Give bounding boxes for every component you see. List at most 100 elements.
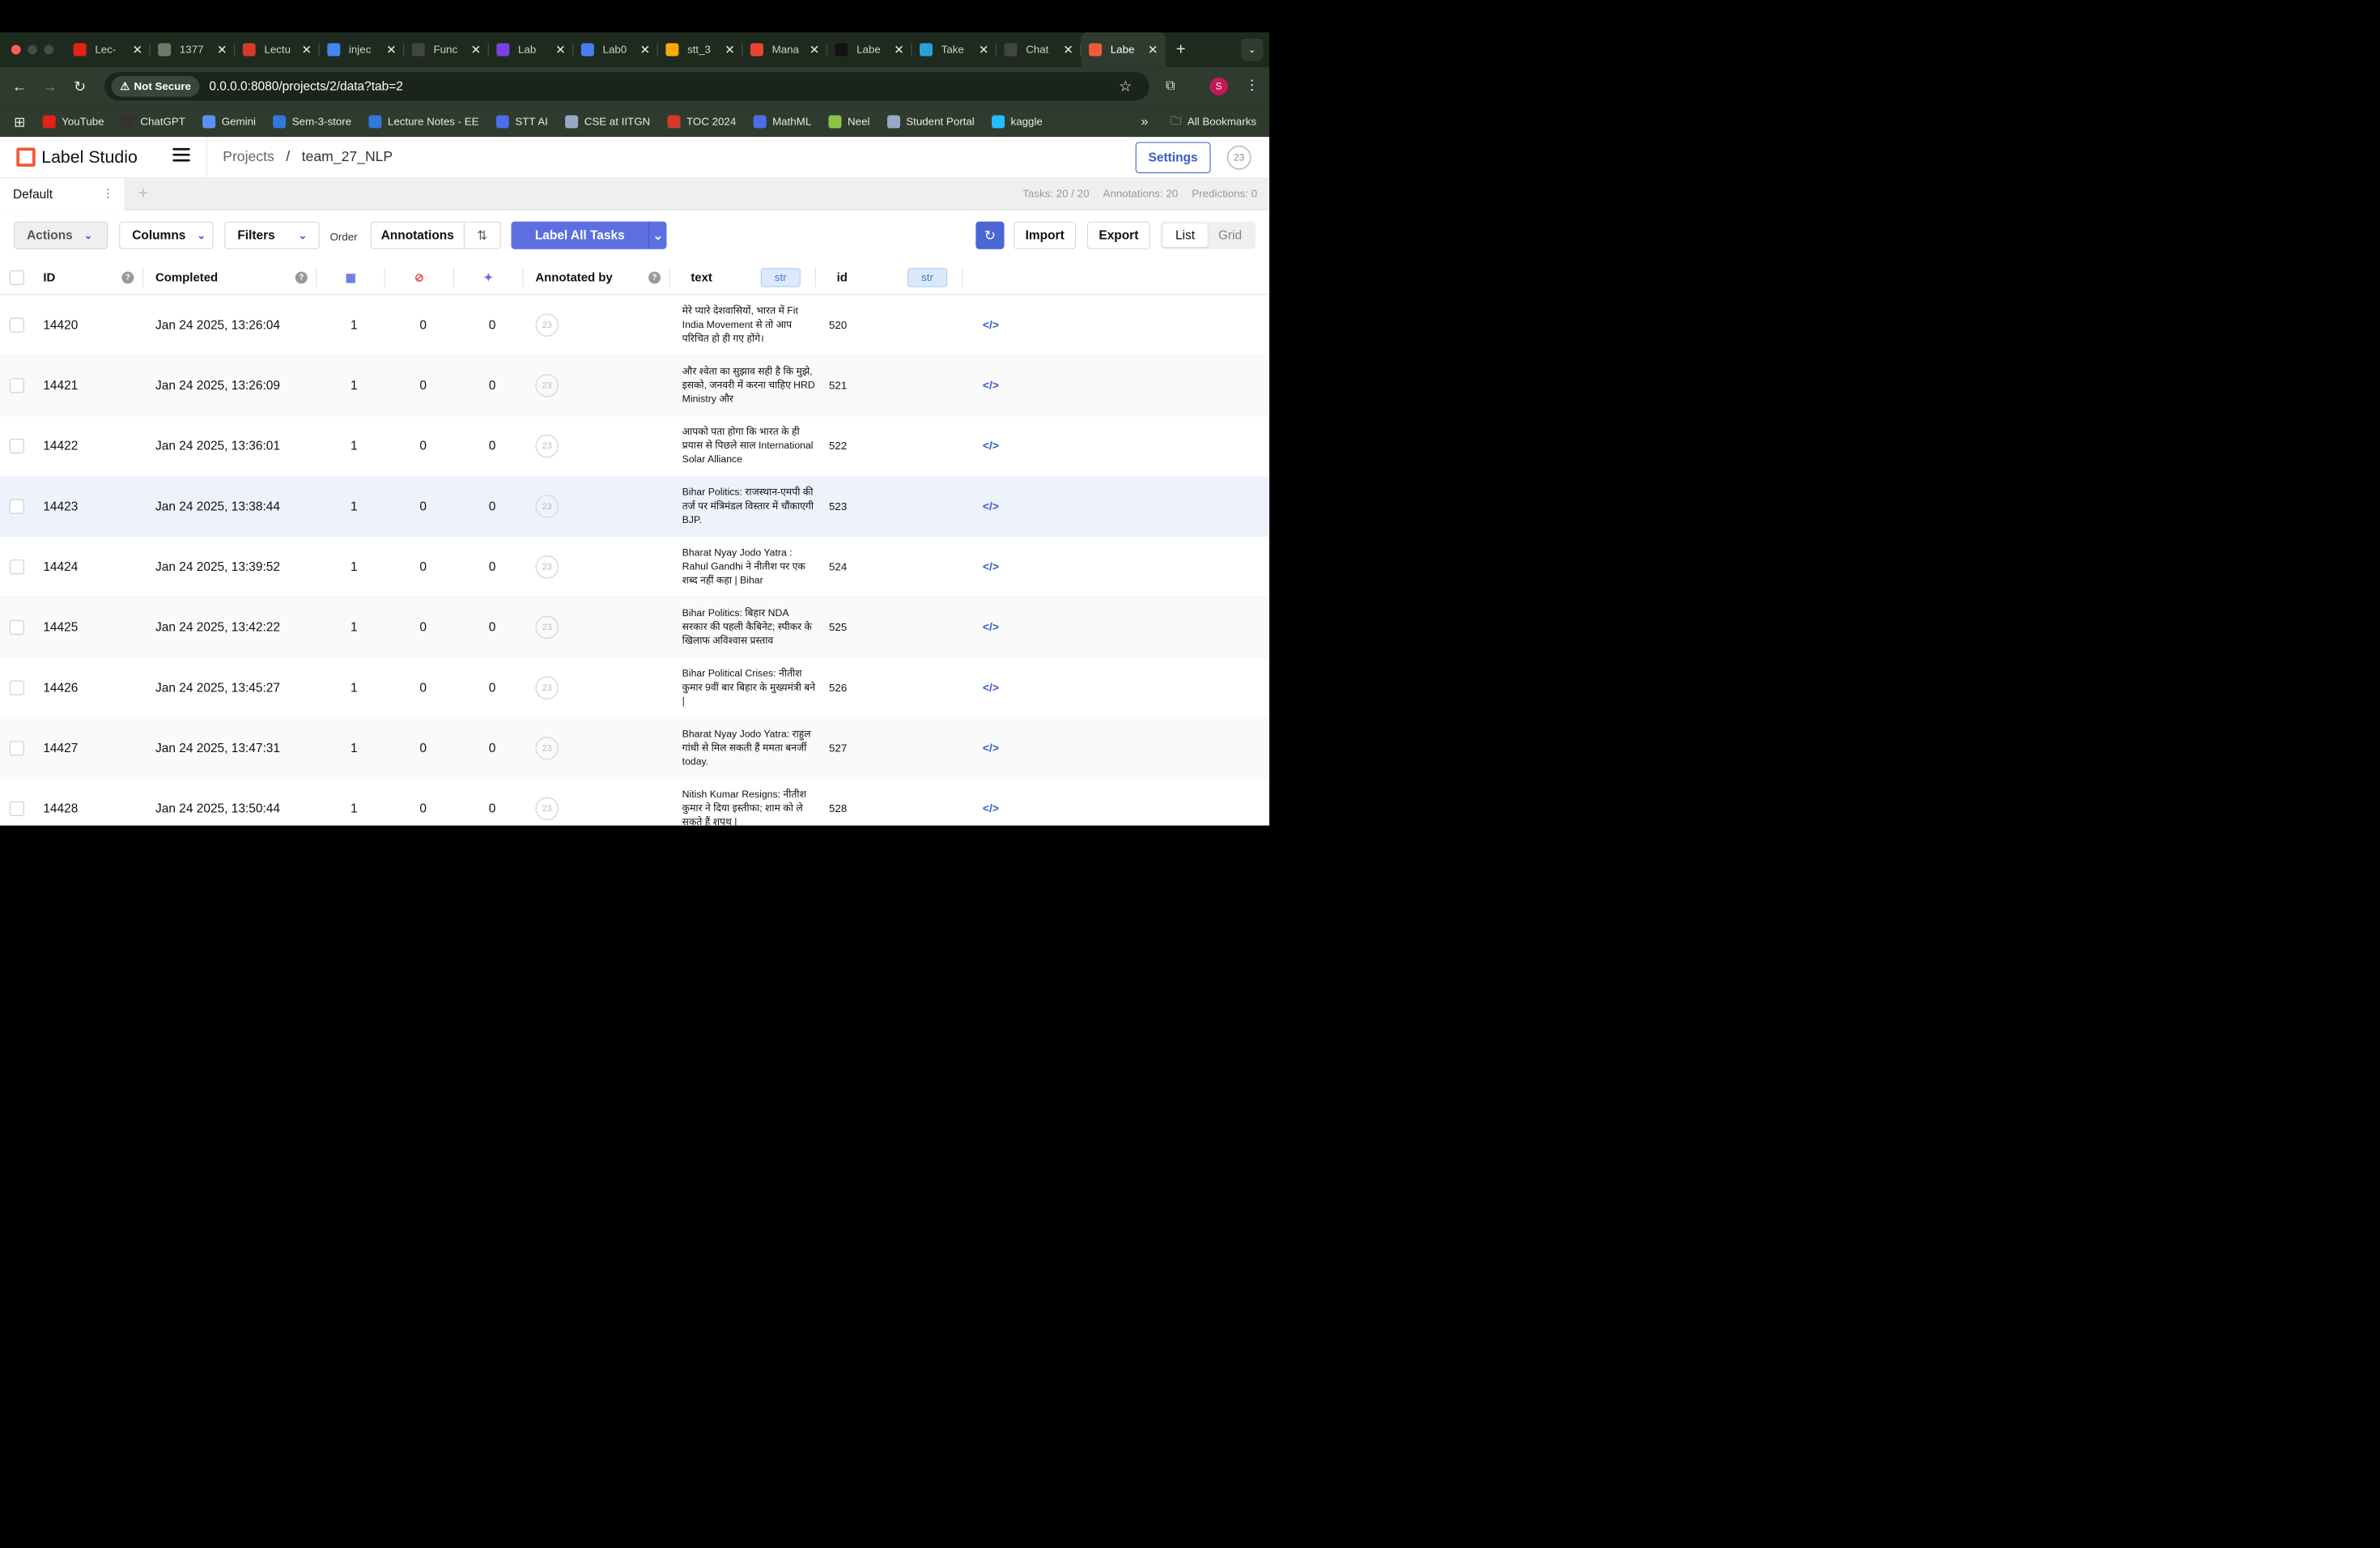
chevron-down-icon[interactable]: ⌄ [648,221,666,249]
close-tab-icon[interactable]: ✕ [555,43,566,57]
select-all-checkbox[interactable] [9,261,24,296]
import-button[interactable]: Import [1014,221,1077,249]
tab-options-icon[interactable]: ⋮ [102,186,114,201]
browser-tab[interactable]: 1377 ✕ [151,32,236,67]
code-view-icon[interactable]: </> [983,742,999,755]
row-checkbox[interactable] [9,476,24,537]
table-row[interactable]: 14424 Jan 24 2025, 13:39:52 1 0 0 23 Bharat Ny… [0,537,1269,598]
total-annotations-icon[interactable]: ▦ [346,261,356,296]
browser-tab[interactable]: Take ✕ [912,32,997,67]
column-text[interactable]: text [691,261,712,296]
bookmark-star-icon[interactable]: ☆ [1119,78,1132,95]
column-completed[interactable]: Completed [155,261,218,296]
table-row[interactable]: 14421 Jan 24 2025, 13:26:09 1 0 0 23 और श्वेता… [0,355,1269,416]
more-bookmarks-icon[interactable]: » [1141,114,1148,129]
close-tab-icon[interactable]: ✕ [810,43,820,57]
table-row[interactable]: 14426 Jan 24 2025, 13:45:27 1 0 0 23 Bihar Pol… [0,657,1269,718]
column-id[interactable]: ID [43,261,55,296]
browser-tab[interactable]: Mana ✕ [742,32,827,67]
list-view-button[interactable]: List [1162,223,1208,248]
bookmark-item[interactable]: Student Portal [886,115,975,129]
close-tab-icon[interactable]: ✕ [894,43,904,57]
bookmark-item[interactable]: TOC 2024 [667,115,736,129]
add-tab-button[interactable]: + [138,184,148,203]
close-tab-icon[interactable]: ✕ [725,43,735,57]
bookmark-item[interactable]: YouTube [42,115,104,129]
bookmark-item[interactable]: CSE at IITGN [565,115,650,129]
close-window-button[interactable] [11,45,21,55]
row-checkbox[interactable] [9,657,24,718]
close-tab-icon[interactable]: ✕ [979,43,989,57]
cancelled-icon[interactable]: ⊘ [414,261,424,296]
close-tab-icon[interactable]: ✕ [217,43,227,57]
url-text[interactable]: 0.0.0.0:8080/projects/2/data?tab=2 [209,79,402,94]
close-tab-icon[interactable]: ✕ [1063,43,1073,57]
url-bar[interactable]: ⚠ Not Secure 0.0.0.0:8080/projects/2/data… [104,72,1150,101]
app-logo[interactable]: Label Studio [16,147,138,167]
help-icon[interactable]: ? [295,261,308,296]
bookmark-item[interactable]: kaggle [992,115,1043,129]
help-icon[interactable]: ? [121,261,134,296]
row-checkbox[interactable] [9,718,24,779]
table-row[interactable]: 14420 Jan 24 2025, 13:26:04 1 0 0 23 मेरे प्या… [0,295,1269,355]
browser-tab[interactable]: injec ✕ [320,32,405,67]
browser-tab[interactable]: Chat ✕ [997,32,1082,67]
close-tab-icon[interactable]: ✕ [471,43,482,57]
order-select[interactable]: Annotations ⇅ [370,221,501,249]
code-view-icon[interactable]: </> [983,379,999,393]
code-view-icon[interactable]: </> [983,439,999,453]
code-view-icon[interactable]: </> [983,620,999,634]
browser-tab[interactable]: Lectu ✕ [235,32,320,67]
tab-default[interactable]: Default ⋮ [0,178,125,211]
browser-tab[interactable]: stt_3 ✕ [658,32,743,67]
predictions-icon[interactable]: ✦ [483,261,493,296]
back-icon[interactable]: ← [4,79,34,96]
row-checkbox[interactable] [9,537,24,598]
new-tab-button[interactable]: + [1176,40,1186,59]
hamburger-menu-icon[interactable] [172,147,190,165]
close-tab-icon[interactable]: ✕ [640,43,651,57]
browser-tab[interactable]: Labe ✕ [1081,32,1166,67]
browser-tab[interactable]: Lab0 ✕ [573,32,658,67]
code-view-icon[interactable]: </> [983,802,999,815]
browser-tab[interactable]: Labe ✕ [827,32,912,67]
minimize-window-button[interactable] [28,45,37,55]
apps-grid-icon[interactable]: ⊞ [14,113,25,130]
close-tab-icon[interactable]: ✕ [132,43,142,57]
extensions-icon[interactable]: ⧉ [1166,79,1175,93]
browser-tab[interactable]: Func ✕ [404,32,489,67]
grid-view-button[interactable]: Grid [1208,228,1252,243]
actions-button[interactable]: Actions ⌄ [14,221,108,249]
export-button[interactable]: Export [1086,221,1150,249]
bookmark-item[interactable]: Lecture Notes - EE [368,115,479,129]
code-view-icon[interactable]: </> [983,318,999,332]
bookmark-item[interactable]: Sem-3-store [273,115,351,129]
code-view-icon[interactable]: </> [983,560,999,574]
not-secure-badge[interactable]: ⚠ Not Secure [111,75,200,97]
row-checkbox[interactable] [9,295,24,355]
row-checkbox[interactable] [9,598,24,658]
refresh-icon[interactable]: ↻ [975,221,1005,249]
settings-button[interactable]: Settings [1135,142,1211,173]
forward-icon[interactable]: → [35,79,65,96]
close-tab-icon[interactable]: ✕ [1148,43,1158,57]
profile-avatar[interactable]: S [1209,77,1228,96]
close-tab-icon[interactable]: ✕ [386,43,397,57]
table-row[interactable]: 14425 Jan 24 2025, 13:42:22 1 0 0 23 Bihar Pol… [0,597,1269,658]
sort-order-icon[interactable]: ⇅ [463,222,500,249]
row-checkbox[interactable] [9,416,24,477]
row-checkbox[interactable] [9,779,24,826]
table-row[interactable]: 14428 Jan 24 2025, 13:50:44 1 0 0 23 Nitish Ku… [0,779,1269,826]
reload-icon[interactable]: ↻ [65,79,95,96]
bookmark-item[interactable]: Gemini [202,115,256,129]
table-row[interactable]: 14423 Jan 24 2025, 13:38:44 1 0 0 23 Bihar Pol… [0,476,1269,537]
code-view-icon[interactable]: </> [983,500,999,513]
user-avatar[interactable]: 23 [1226,145,1252,170]
breadcrumb-projects[interactable]: Projects [223,148,274,164]
column-id-data[interactable]: id [837,261,848,296]
columns-button[interactable]: Columns ⌄ [119,221,214,249]
maximize-window-button[interactable] [44,45,54,55]
bookmark-item[interactable]: ChatGPT [121,115,185,129]
label-all-tasks-button[interactable]: Label All Tasks ⌄ [511,221,667,249]
filters-button[interactable]: Filters ⌄ [224,221,320,249]
